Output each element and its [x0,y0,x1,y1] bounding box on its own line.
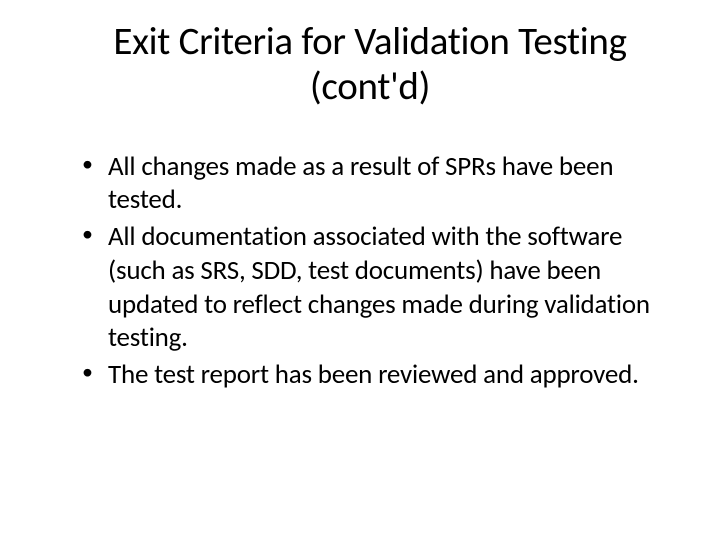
slide-title: Exit Criteria for Validation Testing (co… [70,20,670,110]
list-item: All documentation associated with the so… [80,220,670,355]
list-item: All changes made as a result of SPRs hav… [80,150,670,218]
list-item: The test report has been reviewed and ap… [80,358,670,392]
bullet-list: All changes made as a result of SPRs hav… [70,150,670,392]
